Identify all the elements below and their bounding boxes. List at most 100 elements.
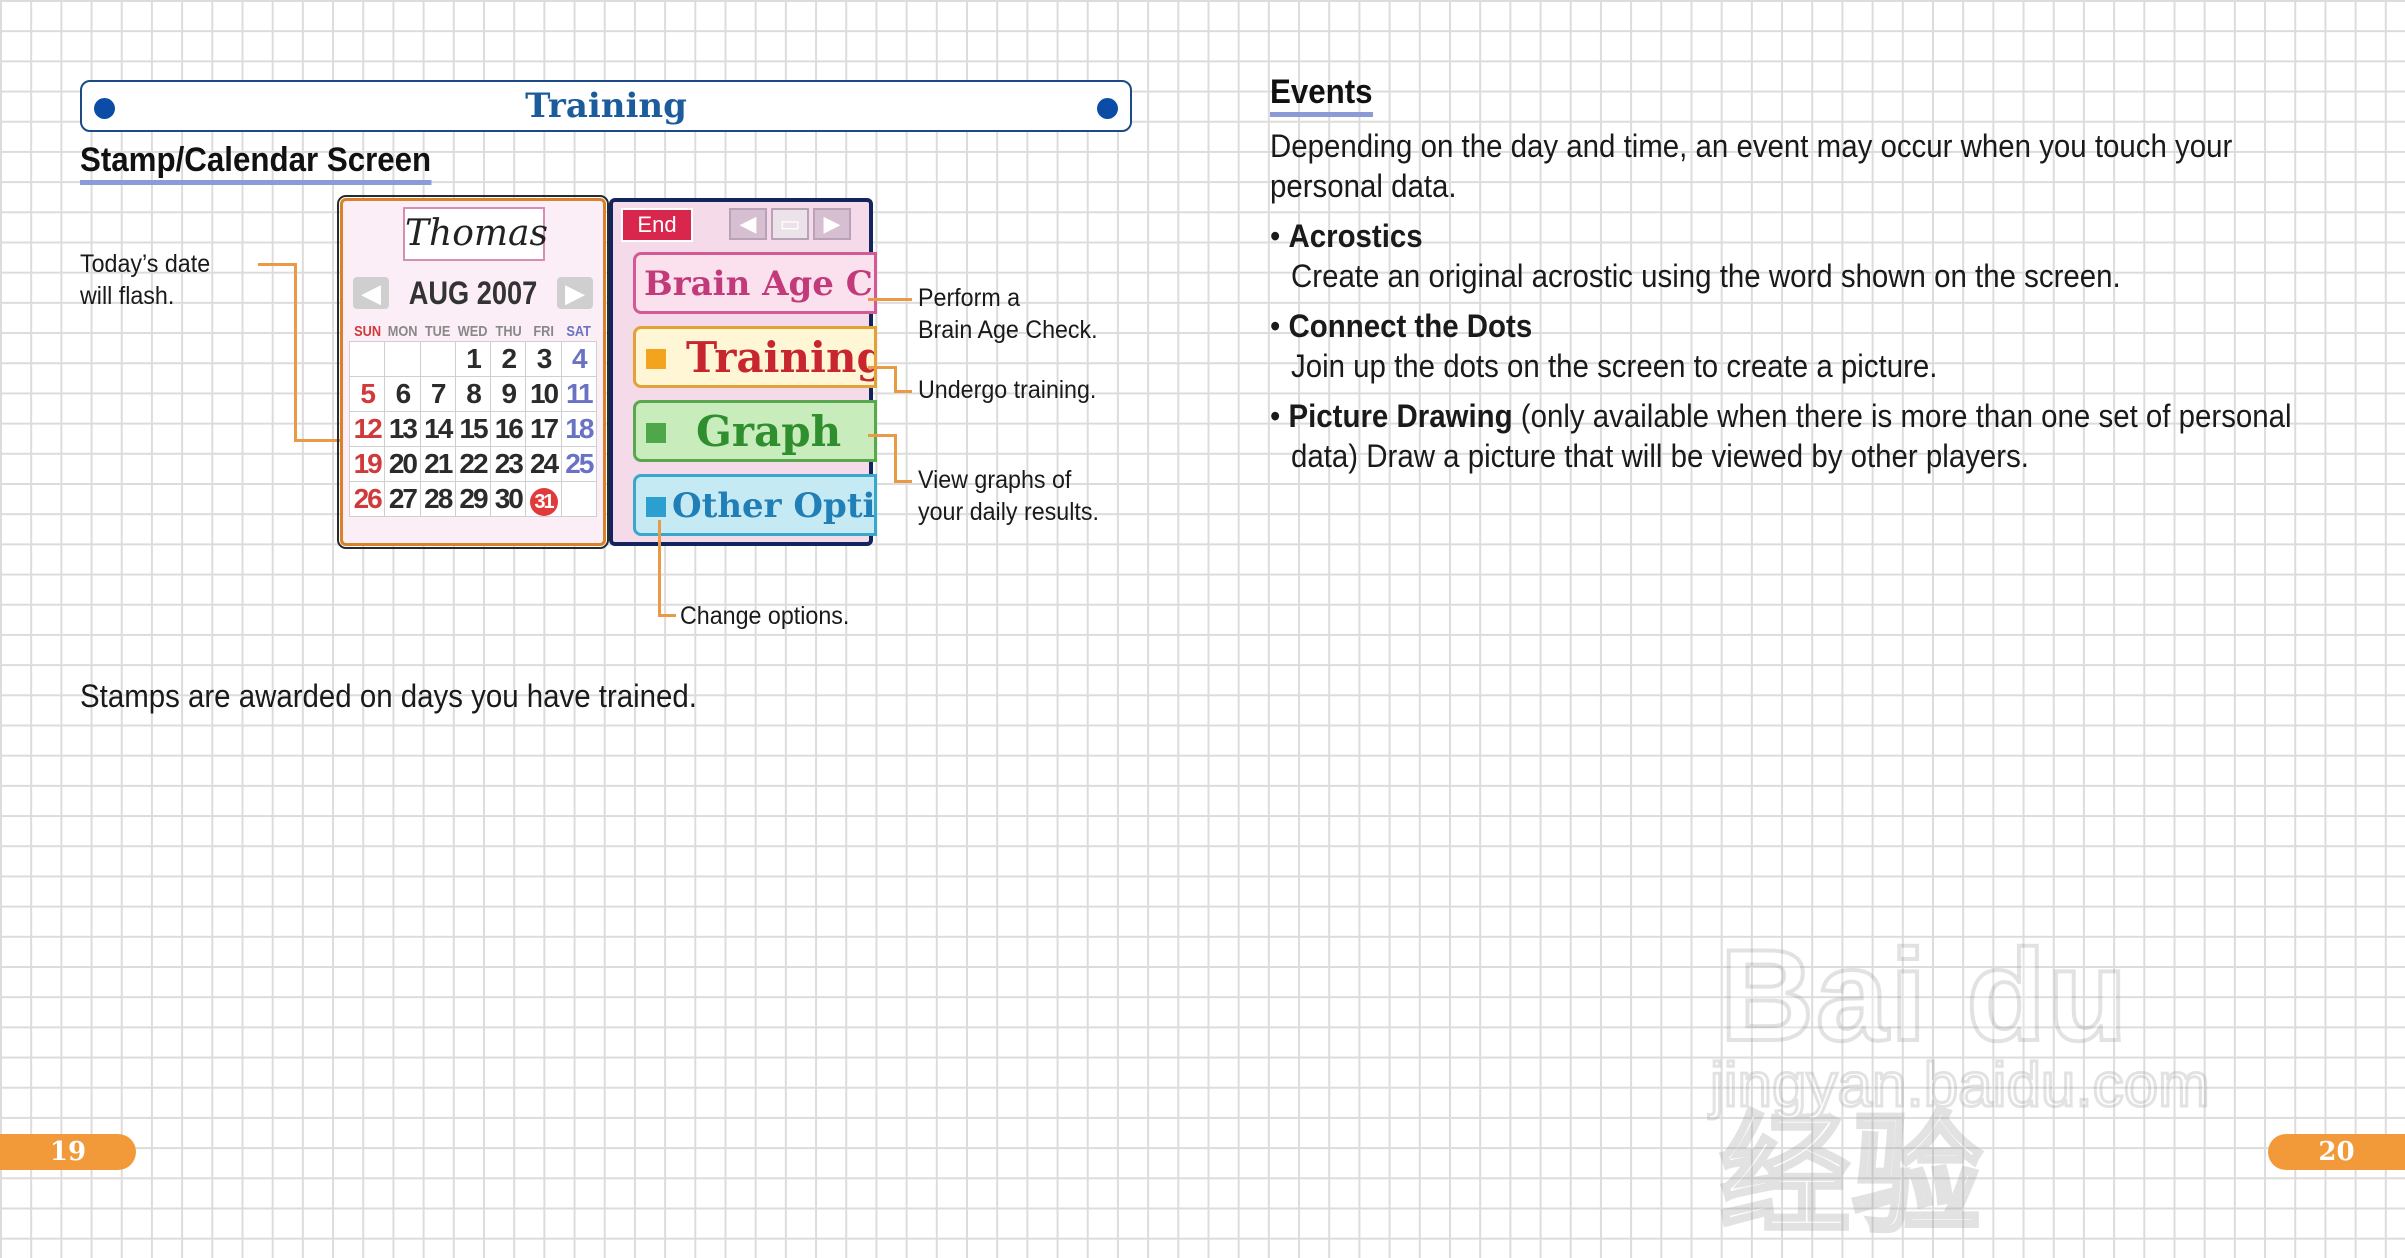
banner-title: Training xyxy=(525,86,687,126)
callout-line: will flash. xyxy=(80,282,175,310)
calendar-week-row: 12 13 14 15 16 17 18 xyxy=(348,411,598,447)
banner-dot-right xyxy=(1097,98,1118,119)
bullet-connect-dots-title: • Connect the Dots xyxy=(1270,308,1533,344)
calendar-day[interactable]: 5 xyxy=(348,376,386,412)
month-bar: ◀ AUG 2007 ▶ xyxy=(353,275,593,311)
calendar-day[interactable]: 23 xyxy=(490,446,527,482)
calendar-day[interactable]: 8 xyxy=(454,376,492,412)
menu-screen: End ◀ ▭ ▶ Brain Age Check Training Graph… xyxy=(609,198,877,546)
callout-other-options: Change options. xyxy=(680,602,850,630)
calendar-day[interactable]: 13 xyxy=(384,411,421,447)
leader-line xyxy=(894,390,912,393)
menu-button-graph[interactable]: Graph xyxy=(633,400,877,462)
training-icon xyxy=(646,349,666,369)
calendar-day[interactable]: 24 xyxy=(525,446,562,482)
calendar-day xyxy=(560,481,598,517)
stamp-icon: 31 xyxy=(529,487,558,516)
weekday-header: THU xyxy=(495,322,522,340)
calendar-day[interactable]: 18 xyxy=(560,411,598,447)
next-month-icon[interactable]: ▶ xyxy=(557,277,593,309)
leader-line xyxy=(658,614,676,617)
section-heading-stamp-calendar: Stamp/Calendar Screen xyxy=(80,140,432,185)
calendar-day xyxy=(348,341,386,377)
leader-line xyxy=(894,434,897,482)
calendar-day[interactable]: 7 xyxy=(419,376,456,412)
leader-line xyxy=(894,480,912,483)
calendar-day[interactable]: 22 xyxy=(454,446,492,482)
calendar-day[interactable]: 3 xyxy=(525,341,562,377)
callout-line: Perform a xyxy=(918,284,1021,312)
weekday-header: FRI xyxy=(533,322,554,340)
calendar-day xyxy=(419,341,456,377)
leader-line xyxy=(868,434,896,437)
calendar-day[interactable]: 19 xyxy=(348,446,386,482)
callout-training: Undergo training. xyxy=(918,376,1097,404)
month-label: AUG 2007 xyxy=(408,275,538,311)
callout-todays-date: Today’s date will flash. xyxy=(80,248,210,312)
weekday-header: MON xyxy=(387,322,418,340)
calendar-day[interactable]: 26 xyxy=(348,481,386,517)
prev-month-icon[interactable]: ◀ xyxy=(353,277,389,309)
callout-line: View graphs of xyxy=(918,466,1072,494)
scroll-right-icon[interactable]: ▶ xyxy=(813,208,851,240)
menu-button-label: Graph xyxy=(696,407,842,456)
section-heading-events: Events xyxy=(1270,72,1373,117)
menu-button-brain-age-check[interactable]: Brain Age Check xyxy=(633,252,877,314)
calendar-day[interactable]: 28 xyxy=(419,481,456,517)
menu-button-label: Training xyxy=(686,333,877,382)
calendar-screen: Thomas ◀ AUG 2007 ▶ SUN MON TUE WED THU FRI SA… xyxy=(337,195,609,549)
options-icon xyxy=(646,497,666,517)
callout-brain-age-check: Perform a Brain Age Check. xyxy=(918,282,1098,346)
calendar-day[interactable]: 30 xyxy=(490,481,527,517)
calendar-day[interactable]: 6 xyxy=(384,376,421,412)
calendar-day[interactable]: 17 xyxy=(525,411,562,447)
bullet-title: Connect the Dots xyxy=(1288,308,1533,344)
page-number-right: 20 xyxy=(2268,1134,2405,1170)
calendar-day[interactable]: 20 xyxy=(384,446,421,482)
calendar-day[interactable]: 21 xyxy=(419,446,456,482)
calendar-day[interactable]: 25 xyxy=(560,446,598,482)
calendar-day[interactable]: 12 xyxy=(348,411,386,447)
weekday-header: SAT xyxy=(566,322,592,340)
menu-button-label: Brain Age Check xyxy=(644,264,874,304)
calendar-day[interactable]: 14 xyxy=(419,411,456,447)
calendar-day[interactable]: 10 xyxy=(525,376,562,412)
calendar-day[interactable]: 2 xyxy=(490,341,527,377)
calendar-day[interactable]: 15 xyxy=(454,411,492,447)
calendar-day[interactable]: 9 xyxy=(490,376,527,412)
page-icon: ▭ xyxy=(771,208,809,240)
calendar-day[interactable]: 27 xyxy=(384,481,421,517)
weekday-header: TUE xyxy=(424,322,451,340)
menu-button-training[interactable]: Training xyxy=(633,326,877,388)
bullet-picture-drawing-text: data) Draw a picture that will be viewed… xyxy=(1291,438,2029,474)
calendar-week-row: 5 6 7 8 9 10 11 xyxy=(348,376,598,412)
bullet-title: Picture Drawing xyxy=(1288,398,1513,434)
player-name-tag: Thomas xyxy=(403,207,548,261)
leader-line xyxy=(868,366,896,369)
calendar-day[interactable]: 4 xyxy=(560,341,598,377)
calendar-day[interactable]: 1 xyxy=(454,341,492,377)
events-intro-line-2: personal data. xyxy=(1270,168,1457,204)
calendar-week-row: 26 27 28 29 30 31 xyxy=(348,481,598,517)
calendar-grid: SUN MON TUE WED THU FRI SAT 1 2 3 4 5 6 7 8 9 10 11 12 13 1… xyxy=(348,321,598,517)
calendar-day[interactable]: 31 xyxy=(525,481,562,517)
bullet-acrostics-text: Create an original acrostic using the wo… xyxy=(1291,258,2121,294)
bullet-acrostics-title: • Acrostics xyxy=(1270,218,1423,254)
bullet-inline-text: (only available when there is more than … xyxy=(1512,398,2292,434)
leader-line xyxy=(294,263,297,441)
callout-graph: View graphs of your daily results. xyxy=(918,464,1099,528)
leader-line xyxy=(868,298,912,301)
calendar-day[interactable]: 16 xyxy=(490,411,527,447)
calendar-day[interactable]: 11 xyxy=(560,376,598,412)
end-button[interactable]: End xyxy=(621,208,693,242)
leader-line xyxy=(658,520,661,616)
page-number-left: 19 xyxy=(0,1134,136,1170)
leader-line xyxy=(258,263,296,266)
scroll-left-icon[interactable]: ◀ xyxy=(729,208,767,240)
menu-button-other-options[interactable]: Other Options xyxy=(633,474,877,536)
weekday-header: SUN xyxy=(353,322,381,340)
menu-button-label: Other Options xyxy=(672,486,876,526)
calendar-day[interactable]: 29 xyxy=(454,481,492,517)
watermark-url: jingyan.baidu.com xyxy=(1709,1050,2212,1122)
calendar-day xyxy=(384,341,421,377)
